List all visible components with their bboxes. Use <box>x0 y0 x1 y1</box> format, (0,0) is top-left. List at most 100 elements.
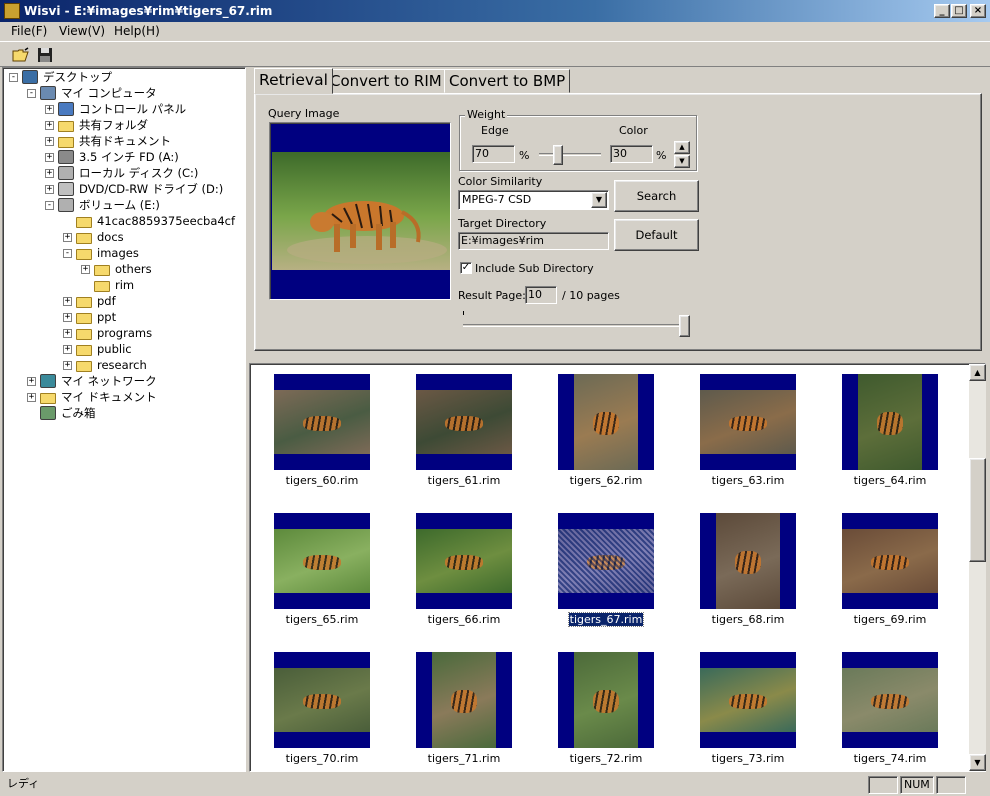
default-button[interactable]: Default <box>614 219 699 251</box>
expand-icon[interactable]: + <box>63 360 72 370</box>
tree-item[interactable]: + マイ ネットワーク <box>27 373 159 389</box>
result-thumbnail[interactable] <box>274 513 370 609</box>
result-thumbnail[interactable] <box>416 652 512 748</box>
result-thumbnail[interactable] <box>274 652 370 748</box>
scroll-down-button[interactable]: ▼ <box>969 754 986 771</box>
tab-retrieval[interactable]: Retrieval <box>254 68 333 94</box>
result-page-input[interactable]: 10 <box>525 286 557 304</box>
page-slider-thumb[interactable] <box>679 315 690 337</box>
color-weight-input[interactable]: 30 <box>610 145 653 163</box>
tree-item[interactable]: + マイ ドキュメント <box>27 389 159 405</box>
chevron-down-icon[interactable]: ▼ <box>591 192 607 208</box>
result-caption[interactable]: tigers_74.rim <box>825 752 955 765</box>
tree-item[interactable]: + DVD/CD-RW ドライブ (D:) <box>45 181 225 197</box>
result-thumbnail[interactable] <box>558 374 654 470</box>
tree-item[interactable]: + 共有ドキュメント <box>45 133 173 149</box>
result-caption[interactable]: tigers_66.rim <box>399 613 529 626</box>
tree-item[interactable]: ごみ箱 <box>27 405 98 421</box>
result-caption[interactable]: tigers_69.rim <box>825 613 955 626</box>
edge-weight-input[interactable]: 70 <box>472 145 515 163</box>
results-scrollbar[interactable]: ▲ ▼ <box>969 364 986 771</box>
collapse-icon[interactable]: - <box>27 88 36 98</box>
collapse-icon[interactable]: - <box>63 248 72 258</box>
tree-item[interactable]: + programs <box>63 325 154 341</box>
tree-item[interactable]: + コントロール パネル <box>45 101 188 117</box>
result-caption[interactable]: tigers_73.rim <box>683 752 813 765</box>
result-caption[interactable]: tigers_72.rim <box>541 752 671 765</box>
tree-item[interactable]: rim <box>81 277 136 293</box>
menu-file[interactable]: File(F) <box>11 24 47 38</box>
tree-item[interactable]: - マイ コンピュータ <box>27 85 159 101</box>
result-thumbnail[interactable] <box>700 513 796 609</box>
result-caption[interactable]: tigers_62.rim <box>541 474 671 487</box>
expand-icon[interactable]: + <box>45 168 54 178</box>
minimize-button[interactable]: _ <box>934 4 950 18</box>
similarity-select[interactable]: MPEG-7 CSD ▼ <box>458 190 609 210</box>
tree-item[interactable]: + docs <box>63 229 126 245</box>
include-sub-checkbox[interactable]: ✓ <box>460 262 472 274</box>
result-caption[interactable]: tigers_71.rim <box>399 752 529 765</box>
scroll-thumb[interactable] <box>969 458 986 562</box>
result-thumbnail[interactable] <box>842 374 938 470</box>
result-caption[interactable]: tigers_61.rim <box>399 474 529 487</box>
tree-item[interactable]: + ppt <box>63 309 118 325</box>
tree-item[interactable]: + research <box>63 357 149 373</box>
tree-item[interactable]: - デスクトップ <box>9 69 114 85</box>
tree-item[interactable]: + pdf <box>63 293 118 309</box>
result-thumbnail[interactable] <box>558 513 654 609</box>
expand-icon[interactable]: + <box>27 392 36 402</box>
tree-item[interactable]: + ローカル ディスク (C:) <box>45 165 200 181</box>
collapse-icon[interactable]: - <box>45 200 54 210</box>
expand-icon[interactable]: + <box>45 120 54 130</box>
tree-item[interactable]: - ボリューム (E:) <box>45 197 162 213</box>
result-thumbnail[interactable] <box>274 374 370 470</box>
result-thumbnail[interactable] <box>558 652 654 748</box>
expand-icon[interactable]: + <box>63 344 72 354</box>
result-thumbnail[interactable] <box>842 652 938 748</box>
expand-icon[interactable]: + <box>27 376 36 386</box>
result-thumbnail[interactable] <box>700 374 796 470</box>
expand-icon[interactable]: + <box>45 104 54 114</box>
result-caption[interactable]: tigers_65.rim <box>257 613 387 626</box>
collapse-icon[interactable]: - <box>9 72 18 82</box>
scroll-up-button[interactable]: ▲ <box>969 364 986 381</box>
tree-item[interactable]: + others <box>81 261 154 277</box>
save-button[interactable] <box>34 45 56 65</box>
tree-item[interactable]: + 共有フォルダ <box>45 117 150 133</box>
result-caption[interactable]: tigers_64.rim <box>825 474 955 487</box>
result-thumbnail[interactable] <box>842 513 938 609</box>
expand-icon[interactable]: + <box>63 296 72 306</box>
expand-icon[interactable]: + <box>63 232 72 242</box>
result-thumbnail[interactable] <box>700 652 796 748</box>
open-button[interactable] <box>10 45 32 65</box>
tree-item[interactable]: - images <box>63 245 141 261</box>
result-thumbnail[interactable] <box>416 513 512 609</box>
result-caption[interactable]: tigers_60.rim <box>257 474 387 487</box>
tab-convert-rim[interactable]: Convert to RIM <box>325 69 447 93</box>
result-caption[interactable]: tigers_63.rim <box>683 474 813 487</box>
search-button[interactable]: Search <box>614 180 699 212</box>
result-thumbnail[interactable] <box>416 374 512 470</box>
weight-slider-thumb[interactable] <box>553 145 563 165</box>
folder-tree[interactable]: - デスクトップ - マイ コンピュータ + コントロール パネル + 共有フォルダ + 共有ドキ… <box>2 67 246 772</box>
menu-view[interactable]: View(V) <box>59 24 105 38</box>
tab-convert-bmp[interactable]: Convert to BMP <box>444 69 571 93</box>
expand-icon[interactable]: + <box>45 136 54 146</box>
menu-help[interactable]: Help(H) <box>114 24 160 38</box>
expand-icon[interactable]: + <box>63 312 72 322</box>
results-grid[interactable]: tigers_60.rim tigers_61.rim tigers_62.rim t… <box>249 363 986 772</box>
maximize-button[interactable]: □ <box>951 4 967 18</box>
spin-up-button[interactable]: ▲ <box>674 141 690 154</box>
result-caption[interactable]: tigers_70.rim <box>257 752 387 765</box>
expand-icon[interactable]: + <box>81 264 90 274</box>
result-caption[interactable]: tigers_67.rim <box>541 612 671 627</box>
tree-item[interactable]: 41cac8859375eecba4cf <box>63 213 237 229</box>
close-button[interactable]: × <box>970 4 986 18</box>
expand-icon[interactable]: + <box>63 328 72 338</box>
tree-item[interactable]: +3.5 インチ FD (A:) <box>45 149 181 165</box>
target-dir-input[interactable]: E:¥images¥rim <box>458 232 609 250</box>
expand-icon[interactable]: + <box>45 184 54 194</box>
spin-down-button[interactable]: ▼ <box>674 155 690 168</box>
result-caption[interactable]: tigers_68.rim <box>683 613 813 626</box>
expand-icon[interactable]: + <box>45 152 54 162</box>
